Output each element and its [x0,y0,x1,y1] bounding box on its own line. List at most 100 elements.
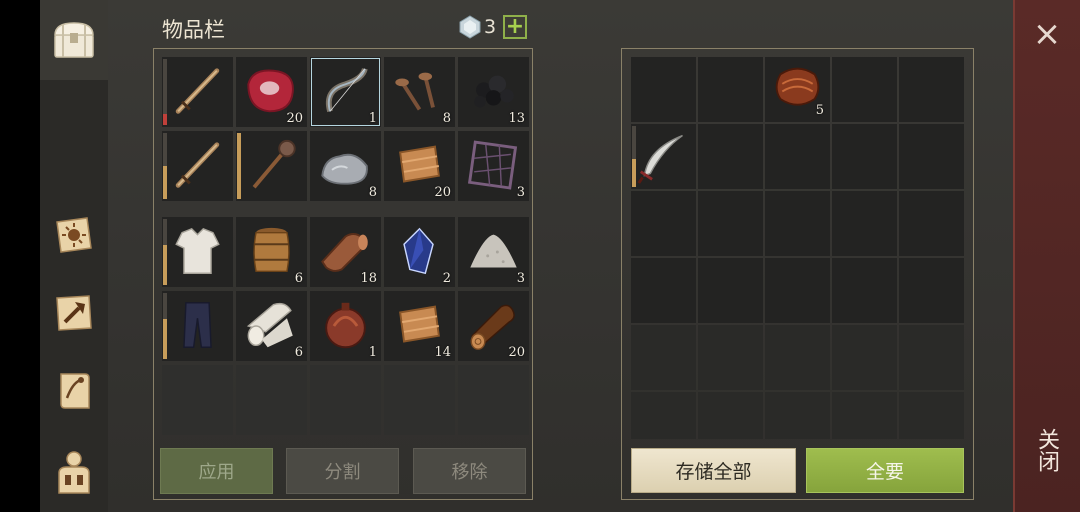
storage-slot[interactable] [631,392,696,439]
inventory-slot[interactable]: 3 [458,217,529,287]
storage-slot[interactable] [832,124,897,189]
close-label[interactable]: 关闭 [1032,428,1062,472]
storage-slot[interactable] [765,258,830,323]
storage-slot[interactable] [765,124,830,189]
salt-pile-icon [470,234,517,268]
inventory-slot-empty[interactable] [236,365,307,435]
close-icon[interactable]: × [1030,17,1064,51]
inventory-slot[interactable] [162,291,233,361]
screen-edge [0,0,40,512]
cloth-roll-icon [246,302,293,348]
mace-icon [252,139,296,189]
storage-slot[interactable] [899,392,964,439]
inventory-slot[interactable]: 18 [310,217,381,287]
shirt-icon [175,227,220,274]
storage-slot[interactable]: 5 [765,57,830,122]
flask-icon [325,302,366,349]
storage-slot[interactable] [832,191,897,256]
inventory-slot[interactable]: 13 [458,57,529,127]
storage-slot[interactable] [832,325,897,390]
pants-icon [183,302,212,348]
inventory-slot[interactable]: 6 [236,291,307,361]
storage-slot[interactable] [832,57,897,122]
durability-bar [163,166,167,199]
gem-icon [459,15,481,39]
storage-slot[interactable] [631,191,696,256]
tab-build[interactable] [40,278,108,348]
inventory-slot[interactable] [162,131,233,201]
inventory-slot-empty[interactable] [384,365,455,435]
storage-slot[interactable] [899,191,964,256]
item-count: 5 [815,103,824,118]
remove-button[interactable]: 移除 [413,448,526,494]
inventory-slot[interactable]: 3 [458,131,529,201]
store-all-button[interactable]: 存储全部 [631,448,796,493]
apply-button[interactable]: 应用 [160,448,273,494]
inventory-slot-empty[interactable] [310,365,381,435]
build-hammer-icon [56,295,92,331]
storage-slot[interactable] [631,57,696,122]
storage-slot[interactable] [832,392,897,439]
storage-slot[interactable] [698,57,763,122]
storage-slot[interactable] [631,325,696,390]
crafting-book-icon [56,217,92,253]
inventory-slot[interactable]: 1 [310,57,381,127]
tab-chest[interactable] [40,0,110,80]
item-count: 6 [294,345,303,360]
item-count: 20 [434,185,451,200]
inventory-slot[interactable]: 1 [310,291,381,361]
storage-slot[interactable] [765,191,830,256]
inventory-slot[interactable]: 2 [384,217,455,287]
item-count: 20 [286,111,303,126]
item-count: 8 [442,111,451,126]
net-icon [467,140,518,190]
inventory-slot[interactable]: 20 [384,131,455,201]
storage-slot[interactable] [698,325,763,390]
storage-slot[interactable] [631,258,696,323]
crystal-icon [403,227,434,275]
take-all-button[interactable]: 全要 [806,448,964,493]
item-count: 14 [434,345,451,360]
durability-bar [632,159,636,187]
inventory-slot[interactable]: 8 [310,131,381,201]
storage-slot[interactable] [698,392,763,439]
storage-slot[interactable] [765,325,830,390]
storage-slot[interactable] [899,258,964,323]
gem-count: 3 [484,16,497,38]
split-button[interactable]: 分割 [286,448,399,494]
storage-slot[interactable] [698,124,763,189]
inventory-slot[interactable]: 6 [236,217,307,287]
storage-slot[interactable] [899,124,964,189]
scimitar-icon [637,134,683,184]
storage-slot[interactable] [765,392,830,439]
inventory-slot-empty[interactable] [162,365,233,435]
add-gems-button[interactable]: + [503,15,527,39]
inventory-title: 物品栏 [162,18,225,42]
item-count: 3 [516,271,525,286]
inventory-slot-empty[interactable] [458,365,529,435]
quest-scroll-icon [60,373,90,409]
inventory-slot[interactable]: 20 [236,57,307,127]
inventory-slot[interactable] [162,217,233,287]
storage-slot[interactable] [899,325,964,390]
storage-slot[interactable] [832,258,897,323]
storage-slot[interactable] [631,124,696,189]
item-count: 18 [360,271,377,286]
durability-bar [163,245,167,285]
inventory-slot[interactable]: 14 [384,291,455,361]
inventory-slot[interactable]: 8 [384,57,455,127]
inventory-slot[interactable]: 20 [458,291,529,361]
storage-slot[interactable] [899,57,964,122]
tab-quests[interactable] [40,356,108,426]
inventory-slot[interactable] [236,131,307,201]
item-count: 2 [442,271,451,286]
chest-icon [54,22,94,58]
tab-crafting[interactable] [40,200,108,270]
storage-slot[interactable] [698,258,763,323]
storage-slot[interactable] [698,191,763,256]
inventory-slot[interactable] [162,57,233,127]
tab-character[interactable] [40,432,108,512]
durability-bar [163,114,167,125]
item-count: 20 [508,345,525,360]
sidebar [40,0,110,512]
